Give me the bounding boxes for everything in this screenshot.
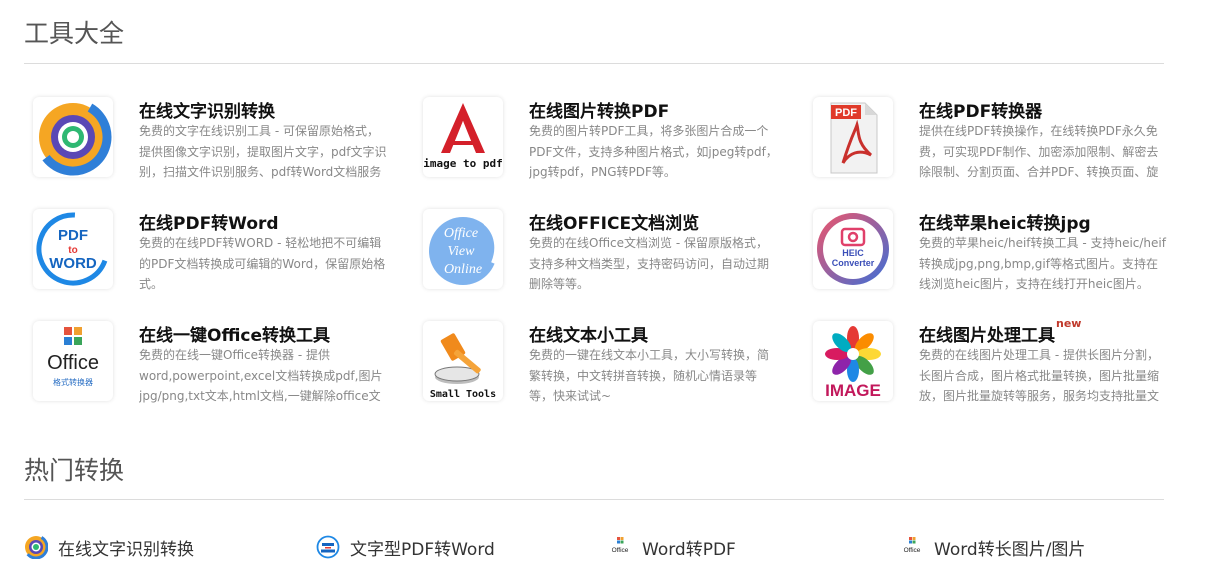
heic-line1: HEIC	[842, 248, 864, 258]
section-title-tools: 工具大全	[24, 19, 125, 48]
tool-card-pdf-to-word[interactable]: PDF to WORD 在线PDF转Word 免费的在线PDF转WORD - 轻…	[24, 209, 394, 309]
office-converter-line1: Office	[47, 352, 99, 374]
office-small-icon: Office	[608, 535, 632, 559]
hot-link-ocr[interactable]: 在线文字识别转换	[24, 534, 194, 560]
tool-title[interactable]: 在线PDF转换器	[919, 97, 1042, 122]
tool-title[interactable]: 在线文字识别转换	[139, 97, 275, 122]
section-divider	[24, 63, 1164, 64]
heic-line2: Converter	[832, 258, 875, 268]
tool-card-heic[interactable]: HEIC Converter 在线苹果heic转换jpg 免费的苹果heic/h…	[804, 209, 1174, 309]
tool-description: 免费的文字在线识别工具 - 可保留原始格式，提供图像文字识别，提取图片文字，pd…	[139, 124, 387, 179]
hot-link-label[interactable]: Word转长图片/图片	[934, 535, 1085, 560]
tool-description: 提供在线PDF转换操作，在线转换PDF永久免费，可实现PDF制作、加密添加限制、…	[919, 124, 1159, 179]
office-view-line1: Office	[444, 226, 478, 241]
image-to-pdf-icon-text: image to pdf	[423, 157, 502, 170]
office-converter-icon: Office 格式转换器	[33, 321, 113, 401]
section-divider	[24, 499, 1164, 500]
hot-link-label[interactable]: Word转PDF	[642, 535, 736, 560]
office-view-line3: Online	[444, 262, 482, 277]
hot-link-pdf-to-word[interactable]: 文字型PDF转Word	[316, 534, 495, 560]
tool-description: 免费的一键在线文本小工具，大小写转换，简繁转换，中文转拼音转换，随机心情语录等等…	[529, 348, 770, 403]
tool-card-pdf-converter[interactable]: PDF 在线PDF转换器 提供在线PDF转换操作，在线转换PDF永久免费，可实现…	[804, 97, 1174, 197]
tool-description: 免费的在线Office文档浏览 - 保留原版格式，支持多种文档类型，支持密码访问…	[529, 236, 770, 291]
office-view-line2: View	[448, 244, 476, 259]
tool-title[interactable]: 在线OFFICE文档浏览	[529, 209, 699, 234]
tool-title[interactable]: 在线苹果heic转换jpg	[919, 209, 1091, 234]
tool-description: 免费的苹果heic/heif转换工具 - 支持heic/heif转换成jpg,p…	[919, 236, 1166, 291]
office-small-icon-text: Office	[612, 547, 629, 554]
office-view-online-icon: Office View Online	[423, 209, 503, 289]
heic-converter-icon: HEIC Converter	[813, 209, 893, 289]
office-small-icon: Office	[900, 535, 924, 559]
tool-card-text-tools[interactable]: Small Tools 在线文本小工具 免费的一键在线文本小工具，大小写转换，简…	[414, 321, 784, 421]
tool-title[interactable]: 在线一键Office转换工具	[139, 321, 330, 346]
hot-link-label[interactable]: 在线文字识别转换	[58, 535, 194, 560]
office-small-icon-text: Office	[904, 547, 921, 554]
tool-card-office-converter[interactable]: Office 格式转换器 在线一键Office转换工具 免费的在线一键Offic…	[24, 321, 394, 421]
pdf-icon-text: PDF	[835, 107, 857, 119]
image-flower-icon: IMAGE	[813, 321, 893, 401]
tool-description: 免费的在线一键Office转换器 - 提供word,powerpoint,exc…	[139, 348, 383, 403]
section-title-hot: 热门转换	[24, 456, 125, 485]
tool-description: 免费的图片转PDF工具，将多张图片合成一个PDF文件，支持多种图片格式，如jpe…	[529, 124, 778, 179]
pdf-to-word-icon: PDF to WORD	[33, 209, 113, 289]
pdf-to-word-icon	[316, 535, 340, 559]
tool-description: 免费的在线图片处理工具 - 提供长图片分割，长图片合成，图片格式批量转换，图片批…	[919, 348, 1160, 403]
ocr-ring-icon	[24, 535, 48, 559]
small-tools-icon-text: Small Tools	[430, 389, 496, 400]
tool-description: 免费的在线PDF转WORD - 轻松地把不可编辑的PDF文档转换成可编辑的Wor…	[139, 236, 386, 291]
ocr-ring-icon	[33, 97, 113, 177]
image-to-pdf-icon: image to pdf	[423, 97, 503, 177]
new-badge: new	[1056, 317, 1082, 330]
pdf-document-icon: PDF	[813, 97, 893, 177]
tool-title[interactable]: 在线PDF转Word	[139, 209, 279, 234]
tool-card-image-processing[interactable]: IMAGE 在线图片处理工具new 免费的在线图片处理工具 - 提供长图片分割，…	[804, 317, 1174, 421]
tool-card-ocr[interactable]: 在线文字识别转换 免费的文字在线识别工具 - 可保留原始格式，提供图像文字识别，…	[24, 97, 394, 197]
hot-link-label[interactable]: 文字型PDF转Word	[350, 535, 495, 560]
hot-link-word-to-image[interactable]: Office Word转长图片/图片	[900, 534, 1085, 560]
tool-title[interactable]: 在线图片处理工具new	[919, 317, 1081, 346]
pdf-to-word-line3: WORD	[49, 255, 97, 272]
tool-title[interactable]: 在线图片转换PDF	[529, 97, 669, 122]
hot-link-word-to-pdf[interactable]: Office Word转PDF	[608, 534, 736, 560]
tool-title-text[interactable]: 在线图片处理工具	[919, 326, 1055, 346]
tool-title[interactable]: 在线文本小工具	[529, 321, 648, 346]
office-converter-line2: 格式转换器	[53, 377, 93, 387]
tool-card-office-view[interactable]: Office View Online 在线OFFICE文档浏览 免费的在线Off…	[414, 209, 784, 309]
image-flower-icon-text: IMAGE	[825, 381, 881, 400]
tool-card-image-to-pdf[interactable]: image to pdf 在线图片转换PDF 免费的图片转PDF工具，将多张图片…	[414, 97, 784, 197]
pdf-to-word-line1: PDF	[58, 227, 88, 244]
small-tools-hammer-icon: Small Tools	[423, 321, 503, 401]
